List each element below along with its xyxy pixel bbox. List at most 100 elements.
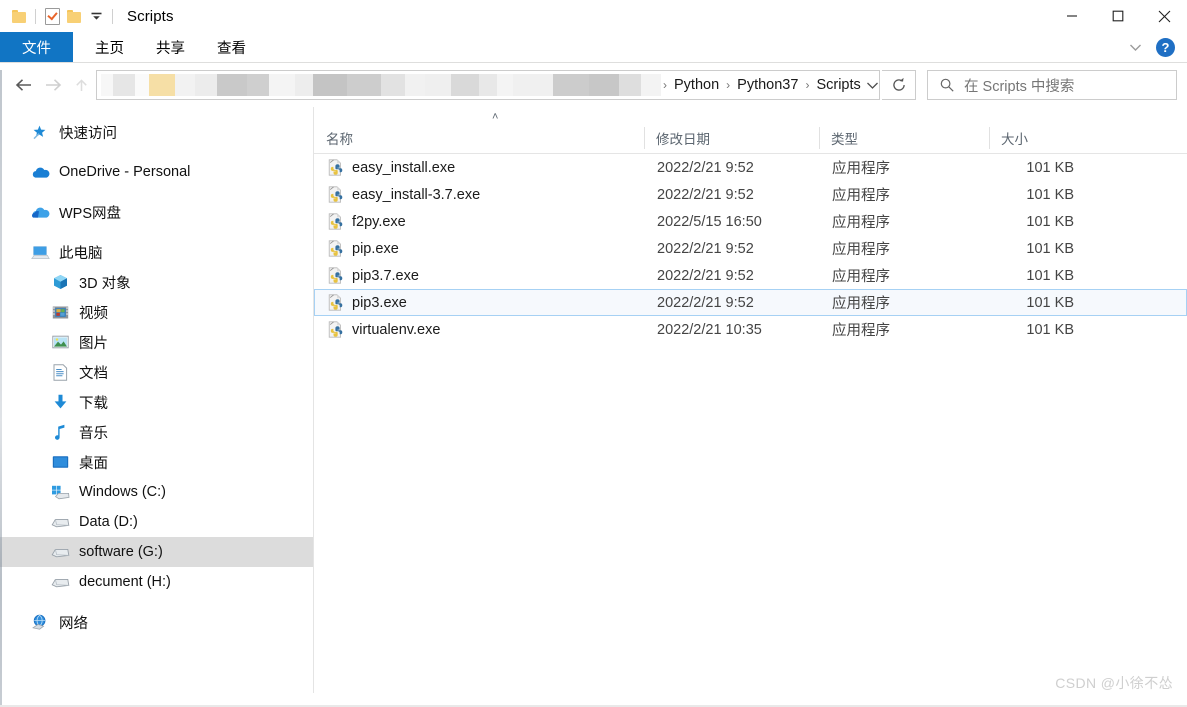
sidebar-item-downloads[interactable]: 下载 (0, 387, 313, 417)
sidebar-item-music[interactable]: 音乐 (0, 417, 313, 447)
sidebar-item-decument-h[interactable]: decument (H:) (0, 567, 313, 597)
refresh-icon (892, 77, 905, 91)
desktop-icon (50, 453, 70, 471)
sort-ascending-icon: ˄ (492, 111, 499, 123)
properties-icon[interactable] (41, 5, 63, 27)
file-date-cell: 2022/2/21 10:35 (657, 321, 762, 338)
up-button[interactable] (68, 70, 94, 100)
table-row[interactable]: pip3.exe 2022/2/21 9:52 应用程序 101 KB (314, 289, 1187, 316)
close-button[interactable] (1141, 0, 1187, 32)
file-list-pane: ˄ 名称 修改日期 类型 大小 easy_install.exe 2022/2/… (314, 107, 1187, 693)
breadcrumb-separator: › (805, 78, 810, 92)
file-size-cell: 101 KB (1026, 159, 1074, 176)
windows-drive-icon (50, 483, 70, 501)
chevron-down-icon (91, 12, 101, 20)
back-button[interactable] (8, 70, 38, 100)
file-size-cell: 101 KB (1026, 240, 1074, 257)
minimize-button[interactable] (1049, 0, 1095, 32)
chevron-down-icon (1129, 44, 1141, 51)
qat-dropdown-icon[interactable] (85, 5, 107, 27)
file-size-cell: 101 KB (1026, 213, 1074, 230)
window-controls (1049, 0, 1187, 32)
sidebar-item-3d-objects[interactable]: 3D 对象 (0, 267, 313, 297)
maximize-icon (1112, 10, 1124, 22)
column-header-type[interactable]: 类型 (819, 123, 989, 153)
forward-button[interactable] (38, 70, 68, 100)
sidebar-item-this-pc[interactable]: 此电脑 (0, 237, 313, 267)
search-icon (940, 78, 954, 92)
search-placeholder: 在 Scripts 中搜索 (964, 78, 1075, 95)
breadcrumb-item-python[interactable]: Python (669, 77, 724, 93)
file-type-cell: 应用程序 (832, 215, 890, 231)
sidebar-item-label: 网络 (59, 615, 88, 632)
file-type-cell: 应用程序 (832, 323, 890, 339)
maximize-button[interactable] (1095, 0, 1141, 32)
file-name-cell: pip.exe (315, 240, 645, 257)
column-header-date[interactable]: 修改日期 (644, 123, 819, 153)
breadcrumb-dropdown-button[interactable] (866, 71, 879, 99)
file-name-cell: virtualenv.exe (315, 321, 645, 338)
sidebar-item-label: 3D 对象 (79, 275, 131, 292)
breadcrumb-item-scripts[interactable]: Scripts (811, 77, 865, 93)
file-type-cell: 应用程序 (832, 269, 890, 285)
drive-icon (50, 573, 70, 591)
sidebar-item-software-g[interactable]: software (G:) (0, 537, 313, 567)
tab-share[interactable]: 共享 (140, 32, 201, 62)
sidebar-item-label: software (G:) (79, 544, 163, 560)
star-pin-icon (30, 123, 50, 141)
wps-cloud-icon (30, 203, 50, 221)
column-header-name[interactable]: 名称 (314, 123, 644, 153)
file-name-text: pip.exe (352, 240, 399, 257)
table-row[interactable]: pip.exe 2022/2/21 9:52 应用程序 101 KB (314, 235, 1187, 262)
chevron-down-icon (866, 82, 878, 89)
sidebar-item-data-d[interactable]: Data (D:) (0, 507, 313, 537)
help-button[interactable]: ? (1156, 37, 1175, 57)
documents-icon (50, 363, 70, 381)
videos-icon (50, 303, 70, 321)
file-date-cell: 2022/2/21 9:52 (657, 186, 754, 203)
file-name-text: f2py.exe (352, 213, 406, 230)
tab-home[interactable]: 主页 (79, 32, 140, 62)
breadcrumb[interactable]: › Python › Python37 › Scripts (96, 70, 880, 100)
breadcrumb-separator: › (663, 78, 667, 92)
sidebar-item-pictures[interactable]: 图片 (0, 327, 313, 357)
downloads-icon (50, 393, 70, 411)
new-folder-icon[interactable] (63, 5, 85, 27)
refresh-button[interactable] (882, 70, 916, 100)
table-row[interactable]: f2py.exe 2022/5/15 16:50 应用程序 101 KB (314, 208, 1187, 235)
sidebar-item-documents[interactable]: 文档 (0, 357, 313, 387)
arrow-up-icon (75, 78, 87, 91)
tab-view[interactable]: 查看 (201, 32, 262, 62)
sidebar-item-windows-c[interactable]: Windows (C:) (0, 477, 313, 507)
file-date-cell: 2022/2/21 9:52 (657, 294, 754, 311)
python-exe-icon (327, 321, 344, 338)
file-type-cell: 应用程序 (832, 188, 890, 204)
table-row[interactable]: pip3.7.exe 2022/2/21 9:52 应用程序 101 KB (314, 262, 1187, 289)
sidebar-item-onedrive[interactable]: OneDrive - Personal (0, 157, 313, 187)
file-date-cell: 2022/2/21 9:52 (657, 159, 754, 176)
sidebar-item-wps-cloud[interactable]: WPS网盘 (0, 197, 313, 227)
drive-icon (50, 543, 70, 561)
sidebar-item-network[interactable]: 网络 (0, 607, 313, 637)
file-name-text: pip3.exe (352, 294, 407, 311)
watermark: CSDN @小徐不怂 (1055, 675, 1173, 691)
breadcrumb-item-python37[interactable]: Python37 (732, 77, 803, 93)
sidebar-item-label: 文档 (79, 365, 108, 382)
table-row[interactable]: easy_install-3.7.exe 2022/2/21 9:52 应用程序… (314, 181, 1187, 208)
folder-icon[interactable] (8, 5, 30, 27)
navigation-pane: 快速访问 OneDrive - Personal WPS网盘 此电脑 3D 对象… (0, 107, 313, 693)
file-type-cell: 应用程序 (832, 296, 890, 312)
table-row[interactable]: virtualenv.exe 2022/2/21 10:35 应用程序 101 … (314, 316, 1187, 343)
sidebar-item-videos[interactable]: 视频 (0, 297, 313, 327)
column-header-size[interactable]: 大小 (989, 123, 1099, 153)
3d-objects-icon (50, 273, 70, 291)
file-name-text: pip3.7.exe (352, 267, 419, 284)
tab-file[interactable]: 文件 (0, 32, 73, 62)
search-input[interactable]: 在 Scripts 中搜索 (927, 70, 1177, 100)
sidebar-item-quick-access[interactable]: 快速访问 (0, 117, 313, 147)
sidebar-item-desktop[interactable]: 桌面 (0, 447, 313, 477)
table-row[interactable]: easy_install.exe 2022/2/21 9:52 应用程序 101… (314, 154, 1187, 181)
ribbon-collapse-button[interactable] (1124, 36, 1146, 58)
python-exe-icon (327, 267, 344, 284)
